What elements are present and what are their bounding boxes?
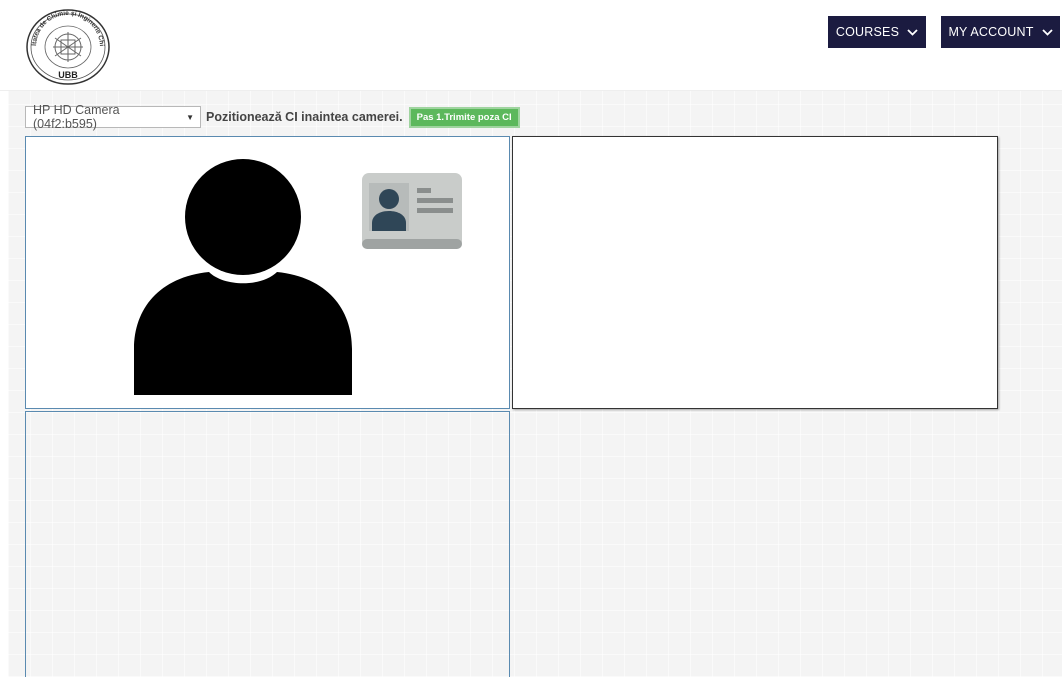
- my-account-menu-label: MY ACCOUNT: [948, 25, 1034, 39]
- captured-photo-panel: [512, 136, 998, 409]
- camera-select[interactable]: HP HD Camera (04f2:b595) ▼: [25, 103, 201, 131]
- instruction-text: Pozitionează CI inaintea camerei.: [206, 110, 403, 124]
- faculty-logo[interactable]: Facultatea de Chimie și Inginerie Chimic…: [25, 8, 111, 86]
- camera-select-value: HP HD Camera (04f2:b595): [33, 103, 120, 131]
- capture-toolbar: HP HD Camera (04f2:b595) ▼ Pozitionează …: [25, 103, 520, 131]
- person-silhouette-icon: [134, 159, 352, 400]
- camera-preview-panel: [25, 136, 510, 409]
- logo-ubb-text: UBB: [58, 70, 78, 80]
- dropdown-arrow-icon: ▼: [186, 112, 194, 122]
- courses-menu-label: COURSES: [835, 25, 900, 39]
- courses-menu-button[interactable]: COURSES: [828, 16, 926, 48]
- send-id-photo-button[interactable]: Pas 1.Trimite poza CI: [408, 106, 520, 128]
- my-account-menu-button[interactable]: MY ACCOUNT: [941, 16, 1060, 48]
- chevron-down-icon: [1041, 28, 1053, 36]
- secondary-preview-panel: [25, 411, 510, 677]
- id-card-icon: [362, 173, 462, 254]
- chevron-down-icon: [907, 28, 918, 36]
- site-header: Facultatea de Chimie și Inginerie Chimic…: [0, 0, 1062, 91]
